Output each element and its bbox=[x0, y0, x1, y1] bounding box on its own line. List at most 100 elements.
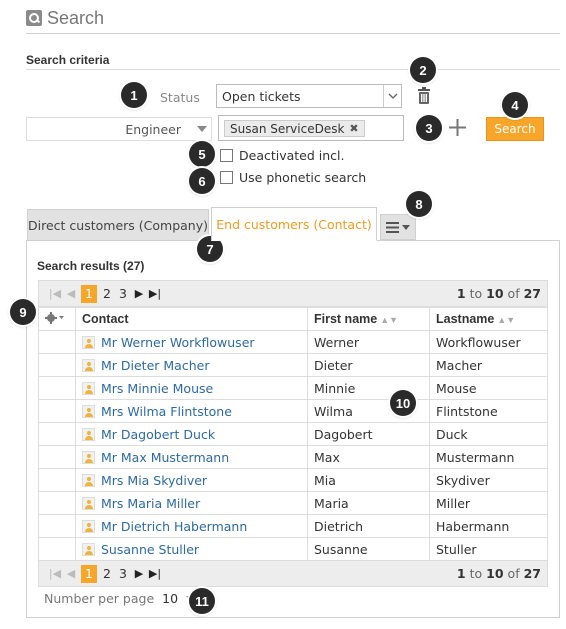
person-icon bbox=[82, 358, 95, 372]
row-select-cell[interactable] bbox=[38, 376, 76, 400]
page-link[interactable]: 3 bbox=[115, 286, 131, 301]
first-name-cell: Max bbox=[307, 445, 430, 469]
sort-icon[interactable]: ▲▼ bbox=[380, 315, 398, 325]
row-select-cell[interactable] bbox=[38, 537, 76, 561]
contact-cell[interactable]: Mr Dagobert Duck bbox=[75, 422, 308, 446]
page-link[interactable]: 3 bbox=[115, 566, 131, 581]
contact-cell[interactable]: Mr Dieter Macher bbox=[75, 353, 308, 377]
contact-link[interactable]: Mr Max Mustermann bbox=[101, 450, 229, 465]
status-select-value: Open tickets bbox=[222, 88, 301, 104]
column-contact[interactable]: Contact bbox=[75, 307, 308, 331]
page-link[interactable]: 1 bbox=[81, 284, 97, 303]
first-name-cell: Dieter bbox=[307, 353, 430, 377]
contact-cell[interactable]: Mrs Maria Miller bbox=[75, 491, 308, 515]
contact-cell[interactable]: Mr Dietrich Habermann bbox=[75, 514, 308, 538]
table-row[interactable]: Mrs Maria Miller Maria Miller bbox=[38, 491, 548, 515]
person-icon bbox=[82, 473, 95, 487]
plus-icon[interactable] bbox=[448, 118, 467, 137]
phonetic-option: Use phonetic search bbox=[220, 170, 366, 185]
remove-token-icon[interactable]: ✖ bbox=[349, 122, 358, 135]
page-size-value[interactable]: 10 bbox=[162, 591, 178, 606]
table-row[interactable]: Mr Dietrich Habermann Dietrich Habermann bbox=[38, 514, 548, 538]
deactivated-checkbox[interactable] bbox=[220, 149, 233, 162]
first-name-cell: Dagobert bbox=[307, 422, 430, 446]
first-name-cell: Mia bbox=[307, 468, 430, 492]
row-select-cell[interactable] bbox=[38, 514, 76, 538]
contact-link[interactable]: Mr Dieter Macher bbox=[101, 358, 209, 373]
trash-icon[interactable] bbox=[417, 87, 431, 104]
table-row[interactable]: Mrs Mia Skydiver Mia Skydiver bbox=[38, 468, 548, 492]
contact-cell[interactable]: Mrs Mia Skydiver bbox=[75, 468, 308, 492]
callout-badge: 9 bbox=[10, 299, 36, 325]
row-select-cell[interactable] bbox=[38, 353, 76, 377]
row-select-cell[interactable] bbox=[38, 399, 76, 423]
search-icon bbox=[26, 10, 42, 26]
contact-link[interactable]: Mrs Wilma Flintstone bbox=[101, 404, 232, 419]
callout-badge: 11 bbox=[189, 588, 215, 614]
contact-cell[interactable]: Mr Werner Workflowuser bbox=[75, 330, 308, 354]
contact-cell[interactable]: Susanne Stuller bbox=[75, 537, 308, 561]
last-page-icon[interactable]: ▶| bbox=[147, 287, 163, 300]
search-criteria-heading: Search criteria bbox=[26, 53, 110, 67]
page-size-control[interactable]: Number per page 10 bbox=[44, 591, 195, 606]
contact-link[interactable]: Mrs Maria Miller bbox=[101, 496, 200, 511]
contact-link[interactable]: Mrs Mia Skydiver bbox=[101, 473, 207, 488]
row-select-cell[interactable] bbox=[38, 491, 76, 515]
table-row[interactable]: Mr Max Mustermann Max Mustermann bbox=[38, 445, 548, 469]
last-name-cell: Miller bbox=[429, 491, 548, 515]
prev-page-icon[interactable]: ◀ bbox=[63, 287, 79, 300]
first-page-icon[interactable]: |◀ bbox=[47, 287, 63, 300]
role-select[interactable]: Engineer bbox=[26, 117, 212, 141]
first-page-icon[interactable]: |◀ bbox=[47, 567, 63, 580]
person-icon bbox=[82, 450, 95, 464]
table-row[interactable]: Mrs Minnie Mouse Minnie Mouse bbox=[38, 376, 548, 400]
token-label: Susan ServiceDesk bbox=[230, 121, 345, 136]
phonetic-checkbox[interactable] bbox=[220, 171, 233, 184]
search-button[interactable]: Search bbox=[486, 117, 544, 141]
row-select-cell[interactable] bbox=[38, 422, 76, 446]
last-name-cell: Stuller bbox=[429, 537, 548, 561]
row-select-cell[interactable] bbox=[38, 330, 76, 354]
row-select-cell[interactable] bbox=[38, 468, 76, 492]
next-page-icon[interactable]: ▶ bbox=[131, 287, 147, 300]
value-token-field[interactable]: Susan ServiceDesk ✖ bbox=[218, 115, 404, 141]
chevron-down-icon bbox=[197, 126, 207, 132]
contact-link[interactable]: Mrs Minnie Mouse bbox=[101, 381, 213, 396]
column-last-name[interactable]: Lastname ▲▼ bbox=[429, 307, 548, 331]
table-row[interactable]: Susanne Stuller Susanne Stuller bbox=[38, 537, 548, 561]
callout-badge: 8 bbox=[406, 191, 432, 217]
tab-end-customers[interactable]: End customers (Contact) bbox=[211, 207, 377, 241]
status-select[interactable]: Open tickets bbox=[216, 84, 402, 108]
contact-link[interactable]: Mr Dietrich Habermann bbox=[101, 519, 247, 534]
page-link[interactable]: 2 bbox=[99, 566, 115, 581]
page-link[interactable]: 2 bbox=[99, 286, 115, 301]
contact-cell[interactable]: Mrs Wilma Flintstone bbox=[75, 399, 308, 423]
last-page-icon[interactable]: ▶| bbox=[147, 567, 163, 580]
column-settings-header[interactable] bbox=[38, 307, 76, 331]
gear-icon[interactable] bbox=[45, 311, 65, 324]
contact-link[interactable]: Mr Werner Workflowuser bbox=[101, 335, 255, 350]
contact-link[interactable]: Mr Dagobert Duck bbox=[101, 427, 215, 442]
first-name-cell: Susanne bbox=[307, 537, 430, 561]
contact-cell[interactable]: Mr Max Mustermann bbox=[75, 445, 308, 469]
table-row[interactable]: Mrs Wilma Flintstone Wilma Flintstone bbox=[38, 399, 548, 423]
column-first-name[interactable]: First name ▲▼ bbox=[307, 307, 430, 331]
next-page-icon[interactable]: ▶ bbox=[131, 567, 147, 580]
table-row[interactable]: Mr Dagobert Duck Dagobert Duck bbox=[38, 422, 548, 446]
prev-page-icon[interactable]: ◀ bbox=[63, 567, 79, 580]
tab-direct-customers[interactable]: Direct customers (Company) bbox=[27, 209, 209, 240]
last-name-cell: Workflowuser bbox=[429, 330, 548, 354]
results-table: Contact First name ▲▼ Lastname ▲▼ Mr Werne… bbox=[38, 307, 548, 561]
contact-cell[interactable]: Mrs Minnie Mouse bbox=[75, 376, 308, 400]
page-link[interactable]: 1 bbox=[81, 564, 97, 583]
row-select-cell[interactable] bbox=[38, 445, 76, 469]
chevron-down-icon bbox=[383, 85, 401, 107]
table-row[interactable]: Mr Werner Workflowuser Werner Workflowuser bbox=[38, 330, 548, 354]
tab-menu-button[interactable] bbox=[380, 214, 416, 240]
sort-icon[interactable]: ▲▼ bbox=[497, 315, 515, 325]
page-header: Search bbox=[26, 6, 104, 30]
last-name-cell: Mustermann bbox=[429, 445, 548, 469]
last-name-cell: Habermann bbox=[429, 514, 548, 538]
contact-link[interactable]: Susanne Stuller bbox=[101, 542, 199, 557]
table-row[interactable]: Mr Dieter Macher Dieter Macher bbox=[38, 353, 548, 377]
